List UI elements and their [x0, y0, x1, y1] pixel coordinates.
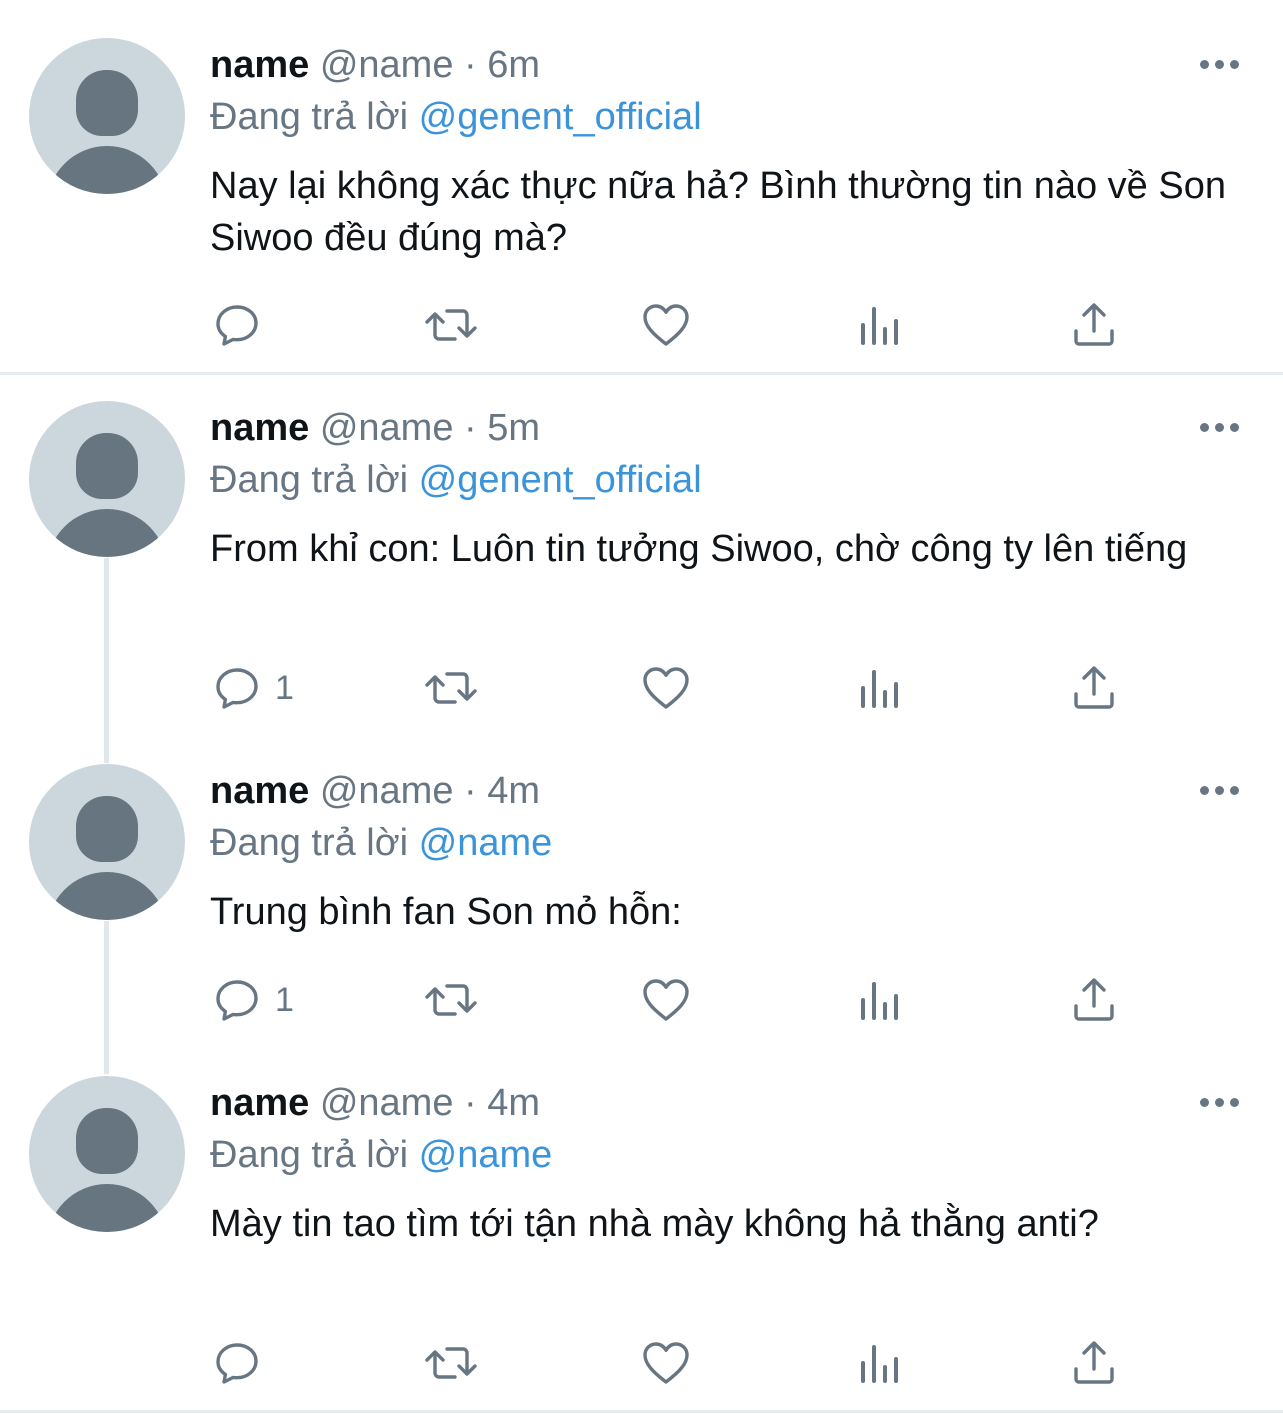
- share-button[interactable]: [1072, 663, 1116, 713]
- tweet-text: From khỉ con: Luôn tin tưởng Siwoo, chờ …: [210, 528, 1188, 570]
- mention-link[interactable]: @name: [419, 1134, 553, 1176]
- tweet-text: Mày tin tao tìm tới tận nhà mày không hả…: [210, 1203, 1099, 1245]
- share-icon: [1072, 1339, 1116, 1387]
- like-button[interactable]: [641, 663, 691, 713]
- divider: [0, 1410, 1283, 1413]
- reply-count: 1: [275, 668, 294, 707]
- mention-link[interactable]: @genent_official: [419, 96, 702, 138]
- share-button[interactable]: [1072, 300, 1116, 350]
- reply-button[interactable]: [213, 1338, 275, 1388]
- more-icon[interactable]: [1200, 785, 1240, 797]
- divider: [0, 372, 1283, 375]
- replying-to-label: Đang trả lời: [210, 96, 409, 138]
- reply-icon: [213, 664, 261, 712]
- more-icon[interactable]: [1200, 59, 1240, 71]
- mention-link[interactable]: @genent_official: [419, 459, 702, 501]
- retweet-icon: [423, 976, 479, 1024]
- tweet-header: name @name · 5m: [210, 405, 540, 451]
- tweet-header: name @name · 4m: [210, 768, 540, 814]
- analytics-button[interactable]: [858, 300, 902, 350]
- heart-icon: [641, 664, 691, 712]
- replying-to-label: Đang trả lời: [210, 822, 409, 864]
- retweet-icon: [423, 301, 479, 349]
- analytics-icon: [858, 1339, 902, 1387]
- share-icon: [1072, 301, 1116, 349]
- action-bar: 1: [0, 663, 1283, 713]
- analytics-button[interactable]: [858, 663, 902, 713]
- heart-icon: [641, 1339, 691, 1387]
- separator: ·: [464, 770, 477, 812]
- heart-icon: [641, 976, 691, 1024]
- replying-to: Đang trả lời @genent_official: [210, 94, 702, 140]
- retweet-button[interactable]: [423, 663, 479, 713]
- retweet-icon: [423, 1339, 479, 1387]
- timestamp[interactable]: 4m: [487, 770, 540, 812]
- display-name[interactable]: name: [210, 770, 309, 812]
- avatar[interactable]: [29, 401, 185, 557]
- reply-icon: [213, 1339, 261, 1387]
- more-icon[interactable]: [1200, 422, 1240, 434]
- timestamp[interactable]: 5m: [487, 407, 540, 449]
- retweet-button[interactable]: [423, 300, 479, 350]
- analytics-icon: [858, 976, 902, 1024]
- avatar[interactable]: [29, 38, 185, 194]
- display-name[interactable]: name: [210, 44, 309, 86]
- separator: ·: [464, 1082, 477, 1124]
- retweet-button[interactable]: [423, 1338, 479, 1388]
- replying-to-label: Đang trả lời: [210, 459, 409, 501]
- more-icon[interactable]: [1200, 1097, 1240, 1109]
- analytics-button[interactable]: [858, 975, 902, 1025]
- share-button[interactable]: [1072, 975, 1116, 1025]
- timestamp[interactable]: 4m: [487, 1082, 540, 1124]
- replying-to-label: Đang trả lời: [210, 1134, 409, 1176]
- tweet-header: name @name · 6m: [210, 42, 540, 88]
- action-bar: [0, 1338, 1283, 1388]
- display-name[interactable]: name: [210, 1082, 309, 1124]
- action-bar: 1: [0, 975, 1283, 1025]
- separator: ·: [464, 44, 477, 86]
- reply-count: 1: [275, 980, 294, 1019]
- thread-line: [104, 558, 109, 763]
- user-handle: @name: [319, 770, 454, 812]
- replying-to: Đang trả lời @name: [210, 1132, 552, 1178]
- reply-button[interactable]: [213, 300, 275, 350]
- tweet-text: Trung bình fan Son mỏ hỗn:: [210, 891, 682, 933]
- user-handle: @name: [319, 1082, 454, 1124]
- mention-link[interactable]: @name: [419, 822, 553, 864]
- share-icon: [1072, 976, 1116, 1024]
- user-handle: @name: [319, 407, 454, 449]
- analytics-icon: [858, 301, 902, 349]
- timestamp[interactable]: 6m: [487, 44, 540, 86]
- retweet-icon: [423, 664, 479, 712]
- reply-button[interactable]: 1: [213, 975, 294, 1025]
- share-button[interactable]: [1072, 1338, 1116, 1388]
- replying-to: Đang trả lời @name: [210, 820, 552, 866]
- avatar[interactable]: [29, 1076, 185, 1232]
- user-handle: @name: [319, 44, 454, 86]
- share-icon: [1072, 664, 1116, 712]
- analytics-button[interactable]: [858, 1338, 902, 1388]
- retweet-button[interactable]: [423, 975, 479, 1025]
- avatar[interactable]: [29, 764, 185, 920]
- action-bar: [0, 300, 1283, 350]
- reply-icon: [213, 301, 261, 349]
- replying-to: Đang trả lời @genent_official: [210, 457, 702, 503]
- reply-icon: [213, 976, 261, 1024]
- tweet-text: Nay lại không xác thực nữa hả? Bình thườ…: [210, 165, 1226, 259]
- like-button[interactable]: [641, 300, 691, 350]
- reply-button[interactable]: 1: [213, 663, 294, 713]
- display-name[interactable]: name: [210, 407, 309, 449]
- tweet-header: name @name · 4m: [210, 1080, 540, 1126]
- separator: ·: [464, 407, 477, 449]
- analytics-icon: [858, 664, 902, 712]
- like-button[interactable]: [641, 975, 691, 1025]
- heart-icon: [641, 301, 691, 349]
- like-button[interactable]: [641, 1338, 691, 1388]
